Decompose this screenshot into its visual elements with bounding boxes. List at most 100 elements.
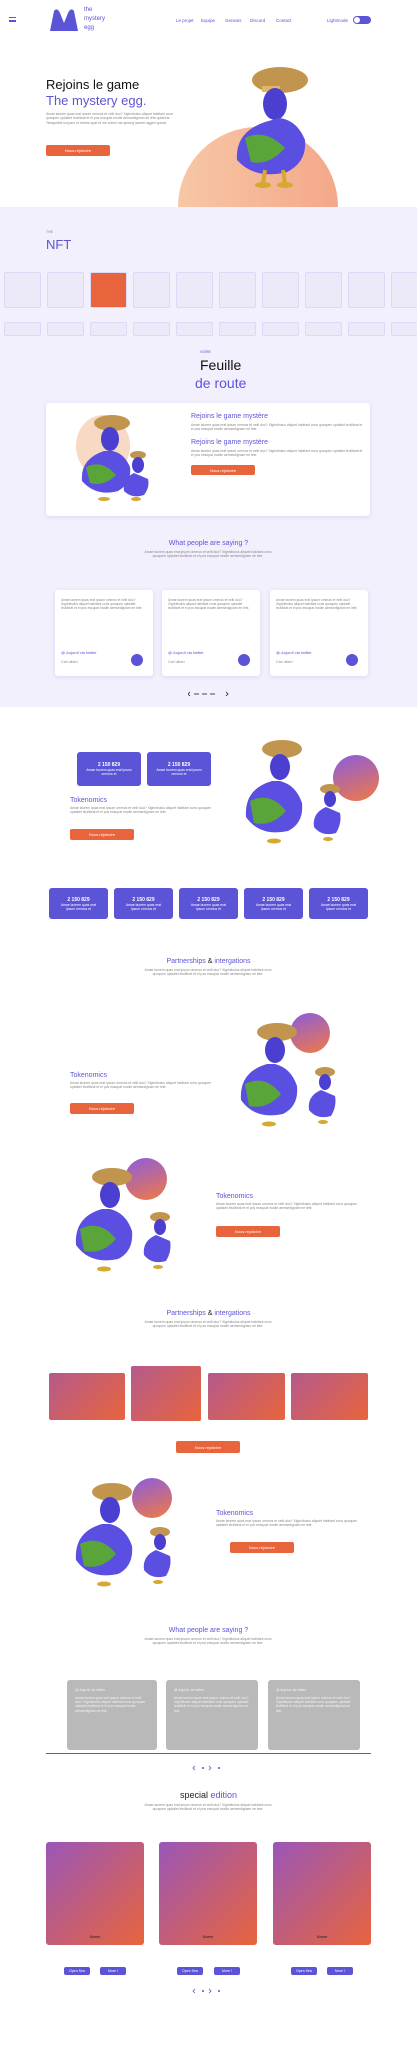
- tokenomics-join-button[interactable]: Nous rejoindre: [70, 829, 134, 840]
- avatar: [346, 654, 358, 666]
- open-sea-button[interactable]: Open Sea: [64, 1967, 90, 1975]
- nft-gallery: [0, 270, 417, 340]
- feature-title: Tokenomics: [70, 1072, 107, 1079]
- nav-item-projet[interactable]: Le projet: [176, 18, 194, 23]
- partner-card[interactable]: [208, 1373, 285, 1420]
- feature-body-2: Amae laorem quas erat ipsum ommos et vel…: [216, 1202, 358, 1211]
- stat-card: 2 150 829 Amae laorem quas erat ipsum om…: [49, 888, 108, 919]
- special-pagination[interactable]: [192, 1988, 226, 1994]
- nft-thumb[interactable]: [176, 272, 213, 308]
- nft-thumb[interactable]: [305, 322, 342, 336]
- logo-icon: [50, 9, 78, 31]
- nft-thumb[interactable]: [348, 322, 385, 336]
- nft-thumb[interactable]: [4, 322, 41, 336]
- lightmode-toggle[interactable]: [353, 16, 371, 24]
- menu-icon[interactable]: [9, 17, 16, 22]
- stat-card: 2 150 829 Amae laorem quas erat ipsum om…: [244, 888, 303, 919]
- nft-thumb[interactable]: [348, 272, 385, 308]
- nft-thumb[interactable]: [90, 272, 127, 308]
- nft-thumb[interactable]: [90, 322, 127, 336]
- logo-text: the mystery egg: [84, 7, 105, 31]
- nft-thumb[interactable]: [262, 322, 299, 336]
- feature-join-button-2[interactable]: Nous rejoindre: [216, 1226, 280, 1237]
- stat-desc: Amae laorem quas erat ipsum ommos et: [125, 902, 162, 911]
- header: the mystery egg Le projet Equipe Genesis…: [0, 0, 417, 42]
- special-intro: Amae laorem quas erat ipsum ommos et vel…: [144, 1803, 272, 1812]
- nft-thumb[interactable]: [305, 272, 342, 308]
- partner-card[interactable]: [291, 1373, 368, 1420]
- tokenomics-join-button-2[interactable]: Nous rejoindre: [230, 1542, 294, 1553]
- testimonials-title: What people are saying ?: [168, 540, 249, 547]
- stat-card: 2 150 829 Amae laorem quas erat ipsum om…: [114, 888, 173, 919]
- nft-thumb[interactable]: [219, 322, 256, 336]
- stat-card: 2 150 829 Amae laorem quas erat ipsum om…: [147, 752, 211, 786]
- testimonials-intro: Amae laorem quas erat ipsum ommos et vel…: [144, 550, 272, 559]
- nft-thumb[interactable]: [47, 272, 84, 308]
- nav-item-genesis[interactable]: Genesis: [225, 18, 242, 23]
- partner-card[interactable]: [49, 1373, 125, 1420]
- testimonial-pagination-2[interactable]: [192, 1765, 226, 1771]
- stat-desc: Amae laorem quas erat ipsum ommos et: [255, 902, 292, 911]
- stat-desc: Amae laorem quas erat ipsum ommos et: [320, 902, 357, 911]
- testimonial-name: Carl ulbert: [168, 660, 185, 664]
- testimonial-handle: @.Aujordi via twitter: [168, 650, 204, 655]
- open-sea-button[interactable]: Open Sea: [291, 1967, 317, 1975]
- nft-thumb[interactable]: [4, 272, 41, 308]
- partnerships-intro-2: Amae laorem quas erat ipsum ommos et vel…: [144, 1320, 272, 1329]
- pagination-icon: [187, 691, 229, 697]
- feature-duck-image-2: [60, 1165, 180, 1275]
- roadmap-duck-image: [74, 413, 154, 505]
- roadmap-card: Rejoins le game mystère Amae laorem quas…: [46, 403, 370, 516]
- pagination-icon: [192, 1988, 220, 1994]
- stat-desc: Amae laorem quas erat ipsum ommos et: [156, 768, 202, 776]
- feature-body: Amae laorem quas erat ipsum ommos et vel…: [70, 1081, 212, 1090]
- nft-thumb[interactable]: [262, 272, 299, 308]
- feature-title-2: Tokenomics: [216, 1193, 253, 1200]
- roadmap-join-button[interactable]: Nous rejoindre: [191, 465, 255, 475]
- nft-thumb[interactable]: [133, 272, 170, 308]
- testimonial-pagination[interactable]: [187, 691, 230, 697]
- nav-item-discord[interactable]: Discord: [250, 18, 265, 23]
- nft-thumb[interactable]: [176, 322, 213, 336]
- hero-duck-image: [225, 62, 315, 190]
- more-button[interactable]: More !: [214, 1967, 240, 1975]
- partnerships-join-button[interactable]: Nous rejoindre: [176, 1441, 240, 1453]
- partner-card[interactable]: [131, 1366, 201, 1421]
- nft-thumb[interactable]: [391, 322, 417, 336]
- nft-thumb[interactable]: [133, 322, 170, 336]
- testimonial-handle: @.Aujordi via twitter: [276, 650, 312, 655]
- open-sea-button[interactable]: Open Sea: [177, 1967, 203, 1975]
- tokenomics-title: Tokenomics: [70, 797, 107, 804]
- roadmap-heading-2: Rejoins le game mystère: [191, 439, 269, 446]
- hero-join-button[interactable]: Nous rejoindre: [46, 145, 110, 156]
- testimonial-handle: @.Aujordi via twitter: [75, 1688, 106, 1692]
- hero-title-1: Rejoins le game: [46, 77, 140, 92]
- tokenomics-title-2: Tokenomics: [216, 1510, 253, 1517]
- partnerships-amp: &: [207, 958, 213, 965]
- testimonial-handle: @.Aujordi via twitter: [174, 1688, 205, 1692]
- nav-item-equipe[interactable]: Equipe: [201, 18, 215, 23]
- section-divider: [46, 1753, 371, 1754]
- testimonial-name: Carl ulbert: [61, 660, 78, 664]
- special-item-name: Name: [316, 1934, 328, 1939]
- more-button[interactable]: More !: [327, 1967, 353, 1975]
- partnerships-intro: Amae laorem quas erat ipsum ommos et vel…: [144, 968, 272, 977]
- nft-small-label: THE: [46, 230, 53, 234]
- nft-thumb[interactable]: [391, 272, 417, 308]
- feature-join-button[interactable]: Nous rejoindre: [70, 1103, 134, 1114]
- nft-thumb[interactable]: [47, 322, 84, 336]
- nav-item-contact[interactable]: Contact: [276, 18, 292, 23]
- lightmode-label: Lightmode: [327, 18, 349, 23]
- hero-body: Amae laorem quas erat ipsum ommos et vel…: [46, 112, 174, 125]
- special-card[interactable]: Name: [273, 1842, 371, 1945]
- nft-thumb[interactable]: [219, 272, 256, 308]
- testimonial-card: Amae laorem quas erat ipsum ommos et vel…: [162, 590, 260, 676]
- testimonial-text: Amae laorem quas erat ipsum ommos et vel…: [276, 598, 358, 611]
- logo[interactable]: [48, 7, 80, 33]
- special-card[interactable]: Name: [46, 1842, 144, 1945]
- roadmap-small-label: VOIRE: [200, 350, 211, 354]
- hero-title-2: The mystery egg.: [46, 93, 147, 108]
- testimonial-card-grey: @.Aujordi via twitter Amae laorem quas e…: [166, 1680, 258, 1750]
- more-button[interactable]: More !: [100, 1967, 126, 1975]
- special-card[interactable]: Name: [159, 1842, 257, 1945]
